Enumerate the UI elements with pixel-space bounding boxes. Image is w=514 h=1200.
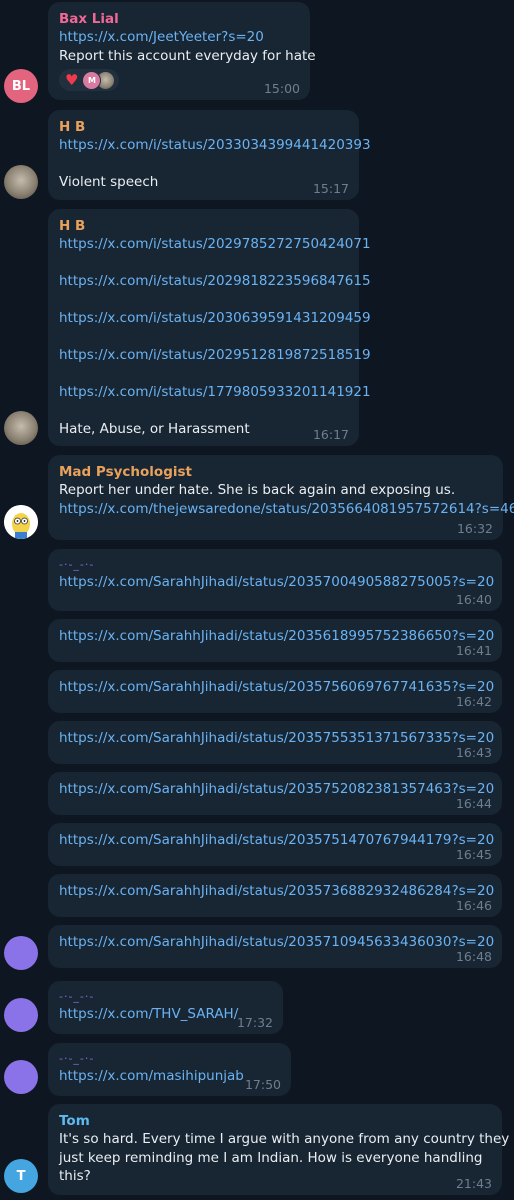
message-text: It's so hard. Every time I argue with an… [59,1131,510,1147]
message-time: 16:43 [455,745,492,760]
message-time: 21:43 [455,1176,492,1191]
message-time: 17:32 [236,1015,273,1030]
message-bubble[interactable]: https://x.com/SarahhJihadi/status/203575… [48,772,502,815]
avatar[interactable] [4,165,38,199]
message-text: Report her under hate. She is back again… [59,482,456,498]
message-link[interactable]: https://x.com/i/status/17798059332011419… [59,383,371,402]
message-time: 16:41 [455,643,492,658]
message-text: just keep reminding me I am Indian. How … [59,1149,483,1166]
message-bubble[interactable]: -·-_-·- https://x.com/SarahhJihadi/statu… [48,549,502,611]
sender-name[interactable]: Mad Psychologist [59,463,492,481]
heart-icon: ♥ [65,70,79,89]
message-link[interactable]: https://x.com/i/status/20330343994414203… [59,136,371,155]
message-text: Report this account everyday for hate [59,47,316,64]
avatar[interactable] [4,998,38,1032]
message-bubble[interactable]: -·-_-·- https://x.com/masihipunjab 17:50 [48,1043,291,1096]
message-link[interactable]: https://x.com/SarahhJihadi/status/203575… [59,780,494,799]
avatar[interactable] [4,411,38,445]
message-time: 16:32 [456,521,493,536]
message-link[interactable]: https://x.com/i/status/20306395914312094… [59,309,371,328]
sender-name[interactable]: Bax Lial [59,10,299,28]
message-link[interactable]: https://x.com/SarahhJihadi/status/203571… [59,933,494,952]
message-prefix: -·-_-·- [59,990,95,1003]
message-time: 16:45 [455,847,492,862]
message-bubble[interactable]: https://x.com/SarahhJihadi/status/203575… [48,721,502,764]
message-time: 16:44 [455,796,492,811]
message-link[interactable]: https://x.com/SarahhJihadi/status/203573… [59,882,494,901]
message-link[interactable]: https://x.com/JeetYeeter?s=20 [59,28,299,47]
message-bubble[interactable]: Tom It's so hard. Every time I argue wit… [48,1104,510,1195]
sender-name[interactable]: H B [59,118,348,136]
sender-name[interactable]: H B [59,217,348,235]
message-link[interactable]: https://x.com/i/status/20297852727504240… [59,235,371,254]
message-time: 16:17 [312,427,349,442]
message-bubble[interactable]: https://x.com/SarahhJihadi/status/203575… [48,823,502,866]
message-bubble[interactable]: https://x.com/SarahhJihadi/status/203571… [48,925,502,968]
message-bubble[interactable]: Bax Lial https://x.com/JeetYeeter?s=20 R… [48,2,316,100]
message-text: Hate, Abuse, or Harassment [59,421,250,437]
message-bubble[interactable]: https://x.com/SarahhJihadi/status/203573… [48,874,502,917]
message-prefix: -·-_-·- [59,558,95,571]
message-bubble[interactable]: https://x.com/SarahhJihadi/status/203575… [48,670,502,713]
message-time: 17:50 [244,1077,281,1092]
message-time: 16:40 [455,592,492,607]
message-text: Violent speech [59,174,159,190]
message-time: 15:00 [263,81,300,96]
message-link[interactable]: https://x.com/SarahhJihadi/status/203570… [59,573,494,592]
message-link[interactable]: https://x.com/SarahhJihadi/status/203575… [59,678,494,697]
sender-name[interactable]: Tom [59,1112,491,1130]
message-bubble[interactable]: H B https://x.com/i/status/2033034399441… [48,110,371,200]
message-link[interactable]: https://x.com/SarahhJihadi/status/203561… [59,627,494,646]
message-link[interactable]: https://x.com/i/status/20295128198725185… [59,346,371,365]
avatar[interactable]: T [4,1159,38,1193]
message-time: 16:48 [455,949,492,964]
message-bubble[interactable]: -·-_-·- https://x.com/THV_SARAH/ 17:32 [48,981,283,1034]
message-time: 16:42 [455,694,492,709]
avatar[interactable] [4,1060,38,1094]
message-text: this? [59,1168,91,1184]
message-time: 16:46 [455,898,492,913]
avatar[interactable] [4,936,38,970]
message-bubble[interactable]: H B https://x.com/i/status/2029785272750… [48,209,371,446]
message-prefix: -·-_-·- [59,1052,95,1065]
cartoon-avatar-icon [4,505,38,539]
reaction-avatar: M [82,70,102,90]
message-link[interactable]: https://x.com/i/status/20298182235968476… [59,272,371,291]
message-bubble[interactable]: Mad Psychologist Report her under hate. … [48,455,514,540]
reaction-chip[interactable]: ♥ M [59,69,120,91]
message-link[interactable]: https://x.com/SarahhJihadi/status/203575… [59,729,494,748]
message-link[interactable]: https://x.com/SarahhJihadi/status/203575… [59,831,494,850]
message-link[interactable]: https://x.com/thejewsaredone/status/2035… [59,500,514,519]
message-time: 15:17 [312,181,349,196]
message-bubble[interactable]: https://x.com/SarahhJihadi/status/203561… [48,619,502,662]
avatar[interactable] [4,505,38,539]
avatar[interactable]: BL [4,69,38,103]
